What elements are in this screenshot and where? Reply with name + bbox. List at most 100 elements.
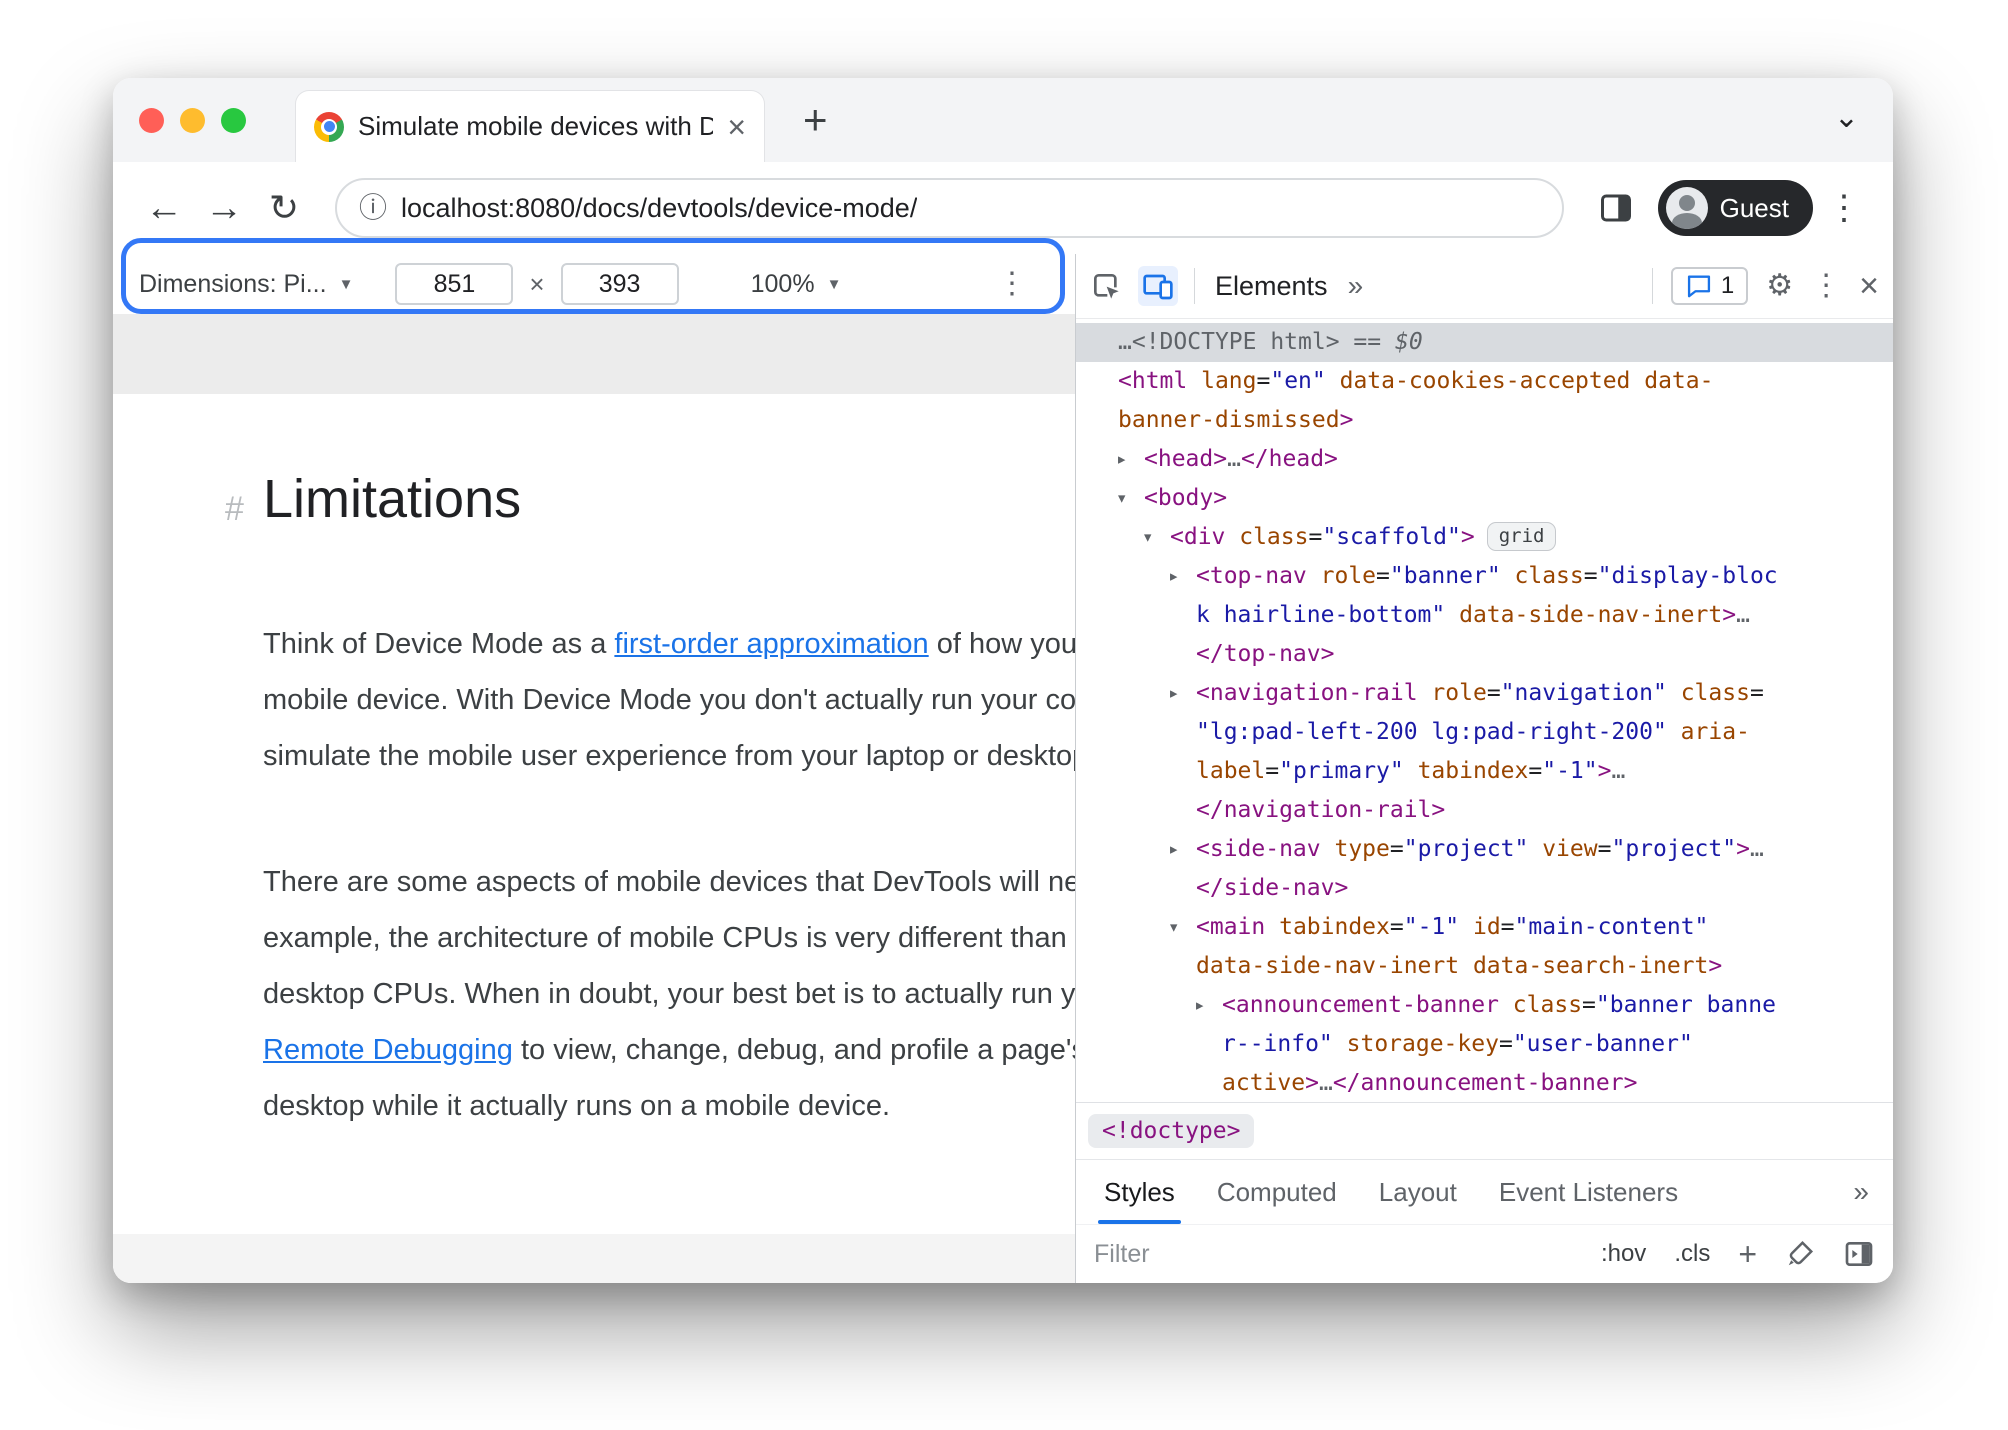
dom-tree-row[interactable]: active>…</announcement-banner> [1076,1064,1893,1102]
toolbar-divider [1194,268,1195,304]
breadcrumb: <!doctype> [1076,1102,1893,1159]
dom-tree-row[interactable]: label="primary" tabindex="-1">… [1076,752,1893,791]
tab-search-chevron-icon[interactable]: ⌄ [1834,100,1859,135]
inspect-element-icon[interactable] [1090,270,1122,302]
zoom-window-button[interactable] [221,107,246,133]
dom-tree-row[interactable]: data-side-nav-inert data-search-inert> [1076,947,1893,986]
zoom-select[interactable]: 100% ▼ [751,270,842,299]
forward-button[interactable]: → [197,189,251,227]
paragraph-line: desktop while it actually runs on a mobi… [263,1078,1075,1134]
tab-layout[interactable]: Layout [1361,1160,1475,1224]
breadcrumb-item-doctype[interactable]: <!doctype> [1088,1114,1255,1148]
dom-tree-row[interactable]: ▸ <head>…</head> [1076,440,1893,479]
toggle-device-toolbar-icon[interactable] [1138,266,1178,306]
pseudo-class-toggle[interactable]: :hov [1601,1240,1646,1268]
styles-filter-input[interactable]: Filter [1094,1240,1573,1269]
address-toolbar: ← → ↻ ⓘ localhost:8080/docs/devtools/dev… [113,162,1893,254]
chevron-right-icon[interactable]: ▸ [1168,674,1179,713]
paragraph: Think of Device Mode as a first-order ap… [263,616,1075,784]
traffic-lights [139,78,246,162]
text-link[interactable]: first-order approximation [614,628,928,660]
device-toolbar-menu-kebab-icon[interactable]: ⋮ [997,269,1027,299]
tab-computed[interactable]: Computed [1199,1160,1355,1224]
paragraph-line: desktop CPUs. When in doubt, your best b… [263,966,1075,1022]
devtools-panel: Elements » 1 ⚙ ⋮ × …<!DOCTYPE html> == $… [1075,254,1893,1283]
side-panel-icon[interactable] [1598,190,1634,226]
dom-tree-row[interactable]: ▾ <main tabindex="-1" id="main-content" [1076,908,1893,947]
dom-tree-row[interactable]: </side-nav> [1076,869,1893,908]
tab-elements[interactable]: Elements [1211,271,1332,302]
settings-gear-icon[interactable]: ⚙ [1766,271,1793,301]
dimensions-label: Dimensions: Pi... [139,269,327,298]
dom-tree-row[interactable]: k hairline-bottom" data-side-nav-inert>… [1076,596,1893,635]
chevron-down-icon[interactable]: ▾ [1142,518,1153,557]
issues-counter-button[interactable]: 1 [1670,267,1749,305]
dom-tree: …<!DOCTYPE html> == $0 <html lang="en" da… [1076,319,1893,1102]
paragraph-line: mobile device. With Device Mode you don'… [263,672,1075,728]
more-panels-icon[interactable]: » [1853,1176,1869,1208]
dom-tree-row[interactable]: "lg:pad-left-200 lg:pad-right-200" aria- [1076,713,1893,752]
dom-tree-row[interactable]: ▸ <announcement-banner class="banner bann… [1076,986,1893,1025]
dom-tree-row[interactable]: …<!DOCTYPE html> == $0 [1076,323,1893,362]
dom-tree-row[interactable]: </top-nav> [1076,635,1893,674]
dom-tree-row[interactable]: ▸ <top-nav role="banner" class="display-b… [1076,557,1893,596]
dom-tree-row[interactable]: </navigation-rail> [1076,791,1893,830]
address-bar[interactable]: ⓘ localhost:8080/docs/devtools/device-mo… [335,178,1564,238]
devtools-menu-kebab-icon[interactable]: ⋮ [1811,271,1841,301]
chevron-down-icon[interactable]: ▾ [1116,479,1127,518]
text-run: simulate the mobile user experience from… [263,740,1075,772]
page-title: Limitations [263,469,522,529]
dom-tree-row[interactable]: ▸ <side-nav type="project" view="project"… [1076,830,1893,869]
tab-event-listeners[interactable]: Event Listeners [1481,1160,1696,1224]
text-run: desktop while it actually runs on a mobi… [263,1090,891,1122]
back-button[interactable]: ← [137,189,191,227]
page-paragraphs: Think of Device Mode as a first-order ap… [263,616,1075,1134]
chevron-right-icon[interactable]: ▸ [1168,830,1179,869]
close-window-button[interactable] [139,107,164,133]
tab-styles[interactable]: Styles [1086,1160,1193,1224]
chevron-right-icon[interactable]: ▸ [1194,986,1205,1025]
dimensions-select[interactable]: Dimensions: Pi... ▼ [139,270,353,299]
tab-title: Simulate mobile devices with D [358,111,714,141]
dom-tree-row[interactable]: ▸ <navigation-rail role="navigation" clas… [1076,674,1893,713]
device-width-input[interactable] [395,263,514,305]
minimize-window-button[interactable] [180,107,205,133]
paragraph-line: Remote Debugging to view, change, debug,… [263,1022,1075,1078]
grid-adorner-badge[interactable]: grid [1486,522,1557,551]
dom-tree-row[interactable]: <html lang="en" data-cookies-accepted da… [1076,362,1893,401]
toggle-sidebar-icon[interactable] [1843,1238,1875,1270]
more-tabs-icon[interactable]: » [1348,270,1364,302]
new-style-rule-button[interactable]: + [1738,1238,1757,1270]
dom-tree-row[interactable]: ▾ <body> [1076,479,1893,518]
chevron-down-icon[interactable]: ▾ [1168,908,1179,947]
device-height-input[interactable] [560,263,679,305]
device-mode-toolbar: Dimensions: Pi... ▼ × 100% ▼ ⋮ [113,238,1075,314]
tab-strip: Simulate mobile devices with D × + ⌄ [113,78,1893,162]
browser-menu-kebab-icon[interactable]: ⋮ [1819,191,1869,225]
styles-sidebar-tabs: Styles Computed Layout Event Listeners » [1076,1159,1893,1224]
devtools-close-icon[interactable]: × [1859,269,1879,303]
element-class-toggle[interactable]: .cls [1674,1240,1710,1268]
site-info-icon[interactable]: ⓘ [359,194,387,222]
devtools-toolbar: Elements » 1 ⚙ ⋮ × [1076,254,1893,319]
dom-tree-row[interactable]: ▾ <div class="scaffold"> grid [1076,518,1893,557]
profile-label: Guest [1719,192,1789,223]
reload-button[interactable]: ↻ [257,190,311,226]
viewport-pane: Dimensions: Pi... ▼ × 100% ▼ ⋮ # Limitat… [113,238,1075,1283]
chevron-right-icon[interactable]: ▸ [1116,440,1127,479]
styles-filter-bar: Filter :hov .cls + [1076,1224,1893,1283]
heading-anchor-hash[interactable]: # [225,490,244,529]
dom-tree-row[interactable]: r--info" storage-key="user-banner" [1076,1025,1893,1064]
text-link[interactable]: Remote Debugging [263,1034,513,1066]
url-text: localhost:8080/docs/devtools/device-mode… [401,192,918,223]
dom-tree-row[interactable]: banner-dismissed> [1076,401,1893,440]
paragraph-line: simulate the mobile user experience from… [263,728,1075,784]
chevron-right-icon[interactable]: ▸ [1168,557,1179,596]
main-split: Dimensions: Pi... ▼ × 100% ▼ ⋮ # Limitat… [113,238,1893,1283]
new-tab-button[interactable]: + [803,92,828,148]
browser-tab[interactable]: Simulate mobile devices with D × [295,90,765,162]
profile-chip[interactable]: Guest [1657,180,1813,236]
browser-window: Simulate mobile devices with D × + ⌄ ← →… [113,78,1893,1283]
rendering-brush-icon[interactable] [1785,1239,1815,1269]
tab-close-icon[interactable]: × [727,111,746,143]
